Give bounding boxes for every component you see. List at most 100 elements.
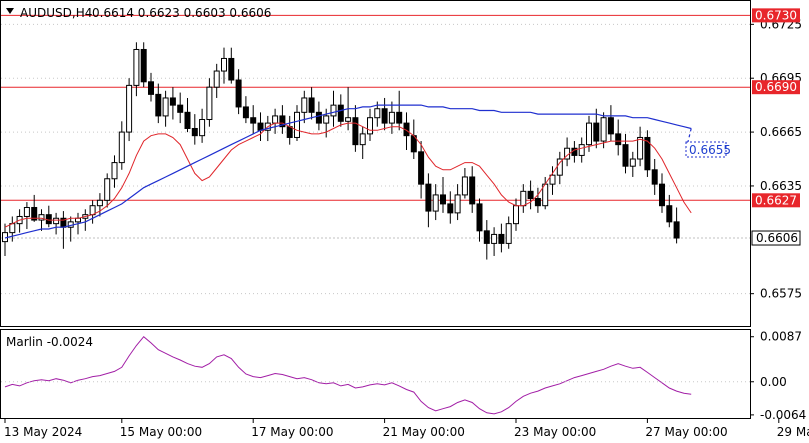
candle-body-bear <box>527 190 534 200</box>
candle-body-bull <box>111 162 118 180</box>
candle-body-bull <box>23 206 30 217</box>
candle-body-bull <box>637 136 644 160</box>
candle-body-bear <box>242 106 249 119</box>
marlin-oscillator-line <box>4 335 692 415</box>
current-price-label: 0.6606 <box>756 231 798 245</box>
candle-body-bear <box>534 198 541 207</box>
candle-body-bull <box>133 48 140 86</box>
candle-body-bear <box>447 203 454 214</box>
candle-body-bear <box>651 169 658 185</box>
time-tick-label: 21 May 00:00 <box>383 425 465 439</box>
candle-body-bear <box>396 111 403 124</box>
candle-body-bull <box>206 86 213 121</box>
time-tick-label: 17 May 00:00 <box>251 425 333 439</box>
candle-body-bear <box>337 104 344 122</box>
indicator-tick-label: -0.0064 <box>760 408 806 422</box>
candle-body-bear <box>381 108 388 124</box>
collapse-triangle-icon[interactable] <box>6 8 14 14</box>
time-axis: 13 May 2024 15 May 00:00 17 May 00:00 21 Ma… <box>4 418 809 439</box>
indicator-panel-frame <box>0 329 751 419</box>
price-tick-label: 0.6635 <box>760 179 802 193</box>
candle-body-bull <box>104 178 111 201</box>
candle-body-bear <box>140 48 147 83</box>
candle-body-bear <box>228 57 235 81</box>
price-tick-label: 0.6575 <box>760 287 802 301</box>
candle-body-bear <box>483 230 490 244</box>
candle-body-bull <box>432 194 439 212</box>
candle-body-bear <box>169 97 176 106</box>
candle-body-bear <box>622 144 629 167</box>
candle-body-bear <box>257 122 264 131</box>
candle-body-bear <box>673 221 680 239</box>
candle-body-bear <box>593 122 600 142</box>
indicator-tick-label: 0.0087 <box>760 330 802 344</box>
time-tick-label: 15 May 00:00 <box>120 425 202 439</box>
candle-body-bear <box>659 183 665 207</box>
candle-series <box>2 42 680 260</box>
blue-ma-projection-label: 0.6655 <box>689 143 731 157</box>
candle-body-bear <box>615 133 622 146</box>
candle-body-bull <box>505 223 512 244</box>
candle-body-bear <box>235 79 242 108</box>
symbol-title: AUDUSD,H4 <box>20 6 92 20</box>
candle-body-bear <box>148 81 154 95</box>
candle-body-bear <box>184 111 191 129</box>
candle-body-bull <box>345 117 352 122</box>
candle-body-bull <box>323 115 330 124</box>
candle-body-bear <box>440 194 446 205</box>
candle-body-bear <box>352 117 359 146</box>
candle-body-bull <box>330 104 337 117</box>
candle-body-bull <box>586 122 592 146</box>
candle-body-bull <box>461 176 468 196</box>
ohlc-values: 0.6614 0.6623 0.6603 0.6606 <box>92 6 271 20</box>
time-tick-label: 29 May 00:00 <box>777 425 809 439</box>
candle-body-bull <box>301 97 308 113</box>
candle-body-bull <box>221 57 227 72</box>
candle-body-bear <box>177 104 184 113</box>
chart-canvas[interactable]: AUDUSD,H4 0.6614 0.6623 0.6603 0.6606 Ma… <box>0 0 809 443</box>
candle-body-bull <box>162 97 169 117</box>
candle-body-bull <box>388 111 395 124</box>
candle-body-bear <box>315 111 322 124</box>
time-tick-label: 27 May 00:00 <box>645 425 727 439</box>
candle-body-bear <box>425 183 432 212</box>
candle-body-bull <box>513 205 519 225</box>
candle-body-bear <box>469 176 476 205</box>
indicator-title: Marlin -0.0024 <box>6 335 93 349</box>
candle-body-bear <box>666 205 673 223</box>
level-price-label: 0.6730 <box>755 8 797 22</box>
candle-body-bull <box>454 194 461 214</box>
candle-body-bull <box>600 117 607 142</box>
candle-body-bear <box>308 97 315 113</box>
level-price-label: 0.6690 <box>755 80 797 94</box>
time-tick-label: 13 May 2024 <box>4 425 82 439</box>
candle-body-bear <box>418 151 425 185</box>
candle-body-bull <box>359 133 366 146</box>
candle-body-bear <box>286 126 293 138</box>
candle-body-bull <box>118 131 125 164</box>
candle-body-bull <box>126 84 133 133</box>
candle-body-bull <box>491 233 498 244</box>
candle-body-bull <box>374 108 381 119</box>
candle-body-bear <box>607 117 614 135</box>
indicator-axis: 0.0087 0.00 -0.0064 <box>750 330 806 422</box>
candle-body-bull <box>38 214 45 221</box>
price-tick-label: 0.6665 <box>760 125 802 139</box>
candle-body-bull <box>213 70 220 88</box>
candle-body-bear <box>498 233 505 244</box>
candle-body-bear <box>476 203 483 232</box>
candle-body-bull <box>75 217 81 223</box>
time-tick-label: 23 May 00:00 <box>514 425 596 439</box>
candle-body-bull <box>294 111 300 138</box>
candle-body-bull <box>578 144 585 156</box>
candle-body-bear <box>191 127 198 137</box>
level-price-label: 0.6627 <box>755 193 797 207</box>
candle-body-bull <box>520 190 527 207</box>
indicator-tick-label: 0.00 <box>760 375 787 389</box>
candle-body-bull <box>53 217 60 225</box>
candle-body-bull <box>272 115 279 124</box>
candle-body-bear <box>250 117 257 124</box>
candle-body-bear <box>155 93 162 117</box>
candle-body-bull <box>367 117 373 135</box>
price-axis: 0.67250.66950.66650.66350.6575 <box>750 17 802 301</box>
